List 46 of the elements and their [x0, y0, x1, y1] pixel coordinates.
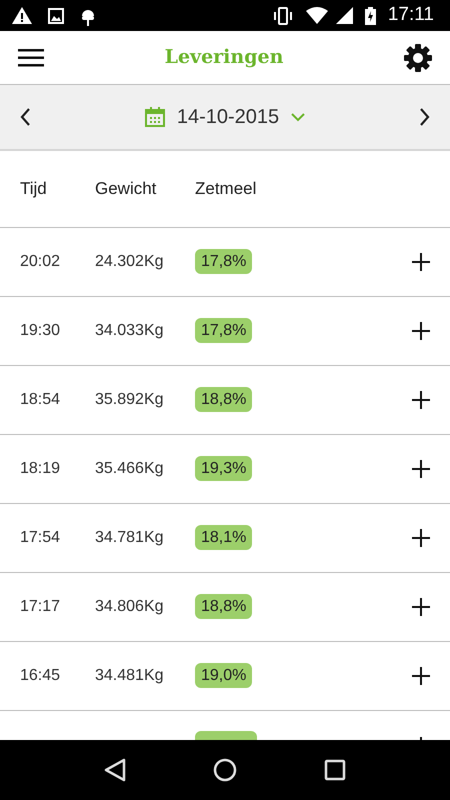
- starch-badge: 19,3%: [195, 456, 252, 481]
- table-cell-text: 19:30: [20, 321, 62, 341]
- starch-badge: 18,1%: [195, 525, 252, 550]
- table-cell-text: 34.481Kg: [95, 666, 165, 686]
- table-cell-text: 35.892Kg: [95, 390, 165, 410]
- battery-icon: [364, 6, 376, 24]
- warning-icon: [12, 7, 32, 24]
- add-icon[interactable]: [412, 598, 430, 616]
- table-cell-text: 24.302Kg: [95, 252, 165, 272]
- starch-badge: 18,8%: [195, 387, 252, 412]
- table-cell-text: 18:54: [20, 390, 62, 410]
- add-icon[interactable]: [412, 460, 430, 478]
- menu-icon[interactable]: [18, 48, 44, 66]
- add-icon[interactable]: [412, 529, 430, 547]
- recents-icon[interactable]: [324, 759, 346, 781]
- table-cell-text: 34.781Kg: [95, 528, 165, 548]
- date-picker[interactable]: 14-10-2015: [176, 102, 280, 132]
- add-icon[interactable]: [412, 667, 430, 685]
- signal-icon: [336, 7, 353, 24]
- table-cell-text: 34.806Kg: [95, 597, 165, 617]
- table-cell-text: 20:02: [20, 252, 62, 272]
- starch-badge: 19,0%: [195, 663, 252, 688]
- starch-badge: 17,8%: [195, 249, 252, 274]
- column-header: Zetmeel: [195, 178, 258, 200]
- column-header: Tijd: [20, 178, 48, 200]
- back-icon[interactable]: [104, 758, 126, 782]
- add-icon[interactable]: [412, 253, 430, 271]
- table-cell-text: 34.033Kg: [95, 321, 165, 341]
- starch-badge: 17,8%: [195, 318, 252, 343]
- previous-icon[interactable]: [20, 108, 30, 126]
- next-icon[interactable]: [420, 108, 430, 126]
- image-icon: [48, 8, 64, 24]
- add-icon[interactable]: [412, 391, 430, 409]
- starch-badge: 18,8%: [195, 594, 252, 619]
- table-cell-text: 35.466Kg: [95, 459, 165, 479]
- column-header: Gewicht: [95, 178, 158, 200]
- app-title: Leveringen: [164, 45, 284, 70]
- home-icon[interactable]: [212, 758, 237, 782]
- add-icon[interactable]: [412, 322, 430, 340]
- table-cell-text: 17:17: [20, 597, 62, 617]
- vibrate-icon: [272, 6, 294, 24]
- status-time: 17:11: [388, 3, 434, 28]
- table-cell-text: 18:19: [20, 459, 62, 479]
- table-cell-text: 17:54: [20, 528, 62, 548]
- wifi-icon: [306, 7, 328, 24]
- table-cell-text: 16:45: [20, 666, 62, 686]
